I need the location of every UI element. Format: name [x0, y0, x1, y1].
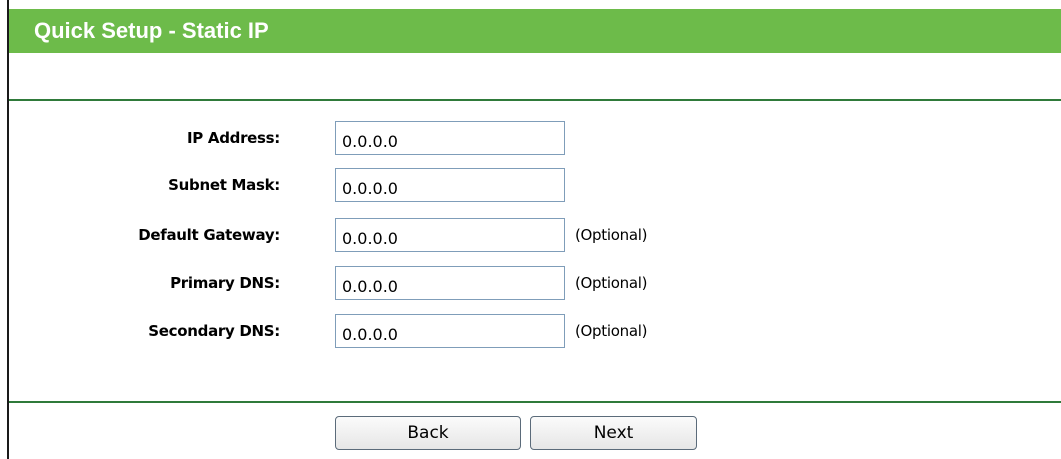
- primary-dns-input[interactable]: [335, 266, 565, 300]
- back-button[interactable]: Back: [335, 416, 521, 450]
- ip-address-label: IP Address:: [186, 129, 280, 147]
- default-gateway-label: Default Gateway:: [138, 226, 280, 244]
- setup-panel: Quick Setup - Static IP IP Address: Subn…: [7, 0, 1061, 459]
- bottom-divider: [9, 401, 1061, 403]
- default-gateway-input[interactable]: [335, 218, 565, 252]
- subnet-mask-label: Subnet Mask:: [168, 176, 280, 194]
- default-gateway-optional-hint: (Optional): [575, 226, 648, 244]
- secondary-dns-optional-hint: (Optional): [575, 322, 648, 340]
- subnet-mask-input[interactable]: [335, 168, 565, 202]
- secondary-dns-row: Secondary DNS: (Optional): [9, 314, 1061, 348]
- page-title: Quick Setup - Static IP: [9, 9, 1061, 53]
- ip-address-input[interactable]: [335, 121, 565, 155]
- primary-dns-optional-hint: (Optional): [575, 274, 648, 292]
- subnet-mask-row: Subnet Mask:: [9, 168, 1061, 202]
- ip-address-row: IP Address:: [9, 121, 1061, 155]
- top-divider: [9, 99, 1061, 101]
- secondary-dns-label: Secondary DNS:: [148, 322, 280, 340]
- default-gateway-row: Default Gateway: (Optional): [9, 218, 1061, 252]
- next-button[interactable]: Next: [530, 416, 697, 450]
- secondary-dns-input[interactable]: [335, 314, 565, 348]
- primary-dns-label: Primary DNS:: [170, 274, 280, 292]
- primary-dns-row: Primary DNS: (Optional): [9, 266, 1061, 300]
